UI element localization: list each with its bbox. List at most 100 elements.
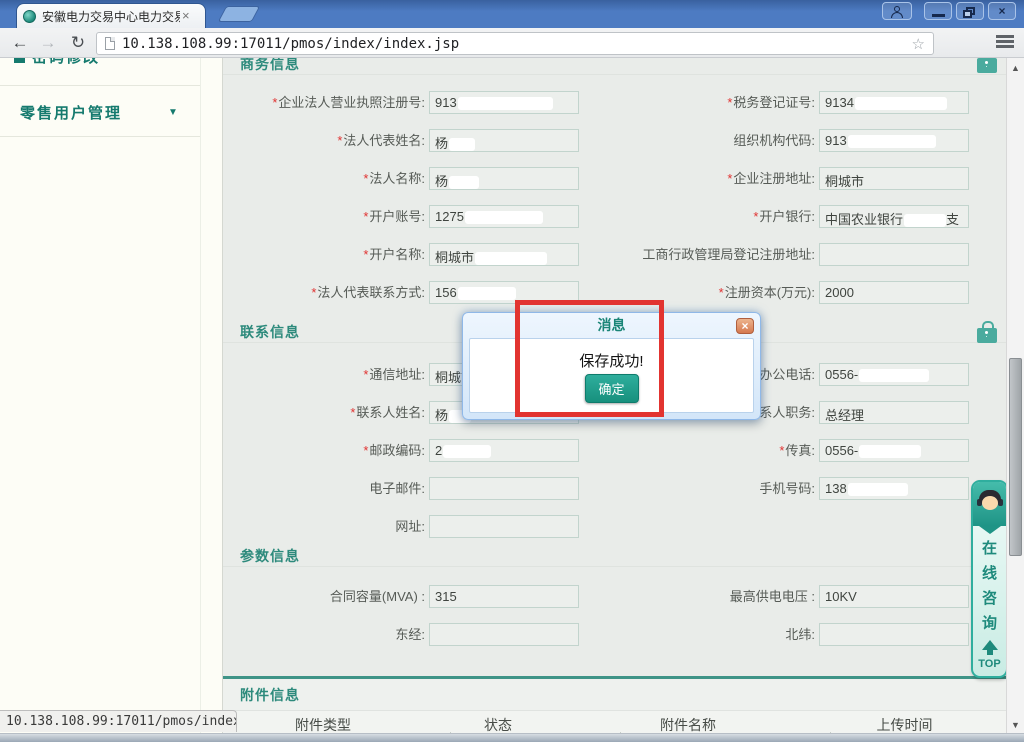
- redaction-blob: [848, 135, 936, 148]
- text-input[interactable]: 1275: [429, 205, 579, 228]
- section-title-business: 商务信息: [240, 58, 300, 74]
- profile-button[interactable]: [882, 2, 912, 20]
- redaction-blob: [449, 176, 479, 189]
- scroll-down-icon[interactable]: ▼: [1007, 720, 1024, 730]
- text-input[interactable]: 9134: [819, 91, 969, 114]
- field-label: *传真:: [583, 442, 815, 460]
- form-row: 网址:: [223, 507, 1006, 545]
- browser-tab[interactable]: 安徽电力交易中心电力交易 ×: [16, 3, 206, 28]
- close-window-button[interactable]: ×: [988, 2, 1016, 20]
- browser-toolbar: ← → ↻ 10.138.108.99:17011/pmos/index/ind…: [0, 28, 1024, 58]
- text-input[interactable]: 杨: [429, 167, 579, 190]
- field-label: 组织机构代码:: [583, 132, 815, 150]
- forward-button[interactable]: →: [36, 31, 60, 55]
- browser-menu-button[interactable]: [992, 33, 1018, 53]
- text-input[interactable]: 315: [429, 585, 579, 608]
- minimize-icon: [932, 14, 945, 17]
- field-label: *联系人姓名:: [223, 404, 425, 422]
- minimize-button[interactable]: [924, 2, 952, 20]
- field-label: *企业法人营业执照注册号:: [223, 94, 425, 112]
- text-input[interactable]: 中国农业银行支: [819, 205, 969, 228]
- column-header: 附件名称: [573, 711, 803, 735]
- sidebar: 密码修改 零售用户管理 ▼: [0, 58, 223, 735]
- field-label: 工商行政管理局登记注册地址:: [583, 246, 815, 264]
- close-icon: ×: [989, 4, 1015, 18]
- back-button[interactable]: ←: [8, 31, 32, 55]
- field-label: *邮政编码:: [223, 442, 425, 460]
- redaction-blob: [848, 483, 908, 496]
- column-header: 附件类型: [223, 711, 423, 735]
- redaction-blob: [458, 97, 553, 110]
- text-input[interactable]: [819, 623, 969, 646]
- form-row: *企业法人营业执照注册号: 913 *税务登记证号: 9134: [223, 83, 1006, 121]
- annotation-highlight-box: [515, 300, 664, 417]
- field-label: *法人代表姓名:: [223, 132, 425, 150]
- field-label: *开户账号:: [223, 208, 425, 226]
- lock-icon: [977, 328, 997, 343]
- url-text[interactable]: 10.138.108.99:17011/pmos/index/index.jsp: [122, 36, 912, 52]
- text-input[interactable]: [429, 623, 579, 646]
- redaction-blob: [859, 445, 921, 458]
- text-input[interactable]: 913: [429, 91, 579, 114]
- address-bar[interactable]: 10.138.108.99:17011/pmos/index/index.jsp…: [96, 32, 934, 55]
- redaction-blob: [465, 211, 543, 224]
- scrollbar-thumb[interactable]: [1009, 358, 1022, 556]
- text-input[interactable]: 桐城市: [429, 243, 579, 266]
- text-input[interactable]: [819, 243, 969, 266]
- online-consult-widget[interactable]: 在 线 咨 询 TOP: [971, 480, 1008, 678]
- field-label: 手机号码:: [583, 480, 815, 498]
- column-header: 上传时间: [803, 711, 1006, 735]
- text-input[interactable]: 138: [819, 477, 969, 500]
- window-bottom-edge: [0, 733, 1024, 742]
- text-input[interactable]: [429, 515, 579, 538]
- form-row: 东经: 北纬:: [223, 615, 1006, 653]
- text-input[interactable]: 总经理: [819, 401, 969, 424]
- page-icon: [105, 37, 115, 50]
- status-bar: 10.138.108.99:17011/pmos/index/index.jsp…: [0, 710, 237, 732]
- redaction-blob: [855, 97, 947, 110]
- reload-button[interactable]: ↻: [66, 31, 90, 55]
- text-input[interactable]: 杨: [429, 129, 579, 152]
- text-input[interactable]: 10KV: [819, 585, 969, 608]
- params-rows: 合同容量(MVA) : 315 最高供电电压 : 10KV 东经: 北纬:: [223, 577, 1006, 653]
- sidebar-item-clipped[interactable]: 密码修改: [32, 58, 100, 67]
- redaction-blob: [904, 214, 946, 227]
- text-input[interactable]: 0556-: [819, 439, 969, 462]
- field-label: 网址:: [223, 518, 425, 536]
- text-input[interactable]: 2: [429, 439, 579, 462]
- section-title-contact: 联系信息: [240, 322, 300, 342]
- chevron-down-icon[interactable]: ▼: [168, 107, 178, 118]
- restore-button[interactable]: [956, 2, 984, 20]
- page-scrollbar[interactable]: ▲ ▼: [1006, 58, 1024, 735]
- redaction-blob: [449, 138, 475, 151]
- menu-item-icon: [14, 58, 25, 63]
- tab-title: 安徽电力交易中心电力交易: [42, 8, 180, 25]
- field-label: *开户银行:: [583, 208, 815, 226]
- dialog-close-button[interactable]: ×: [736, 318, 754, 334]
- form-row: *法人名称: 杨 *企业注册地址: 桐城市: [223, 159, 1006, 197]
- browser-titlebar: 安徽电力交易中心电力交易 × ×: [0, 0, 1024, 28]
- bookmark-star-icon[interactable]: ☆: [912, 35, 925, 53]
- field-label: *企业注册地址:: [583, 170, 815, 188]
- back-to-top-label[interactable]: TOP: [973, 658, 1006, 670]
- text-input[interactable]: 913: [819, 129, 969, 152]
- site-favicon-icon: [23, 10, 36, 23]
- new-tab-button[interactable]: [218, 6, 261, 22]
- field-label: *法人代表联系方式:: [223, 284, 425, 302]
- section-title-params: 参数信息: [240, 546, 300, 566]
- scroll-up-icon[interactable]: ▲: [1007, 63, 1024, 73]
- section-title-attachments: 附件信息: [240, 685, 300, 705]
- text-input[interactable]: [429, 477, 579, 500]
- back-to-top-icon[interactable]: [982, 640, 998, 650]
- redaction-blob: [443, 445, 491, 458]
- sidebar-item-retail-user-management[interactable]: 零售用户管理: [20, 102, 122, 123]
- text-input[interactable]: 0556-: [819, 363, 969, 386]
- online-consult-label[interactable]: 在 线 咨 询: [973, 536, 1006, 636]
- form-row: *开户账号: 1275 *开户银行: 中国农业银行支: [223, 197, 1006, 235]
- tab-close-icon[interactable]: ×: [182, 10, 190, 22]
- redaction-blob: [475, 252, 547, 265]
- text-input[interactable]: 2000: [819, 281, 969, 304]
- form-row: 电子邮件: 手机号码: 138: [223, 469, 1006, 507]
- column-header: 状态: [423, 711, 573, 735]
- text-input[interactable]: 桐城市: [819, 167, 969, 190]
